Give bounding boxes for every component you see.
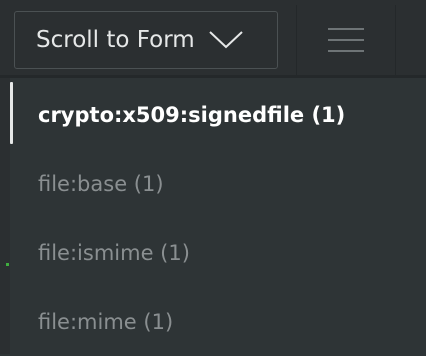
list-item-file-base[interactable]: file:base (1) [10,149,426,218]
chevron-down-icon [208,29,244,51]
list-item-file-mime[interactable]: file:mime (1) [10,287,426,356]
hamburger-menu-icon [326,25,366,55]
list-item-label: crypto:x509:signedfile (1) [38,102,346,127]
scroll-to-form-label: Scroll to Form [36,27,195,53]
list-item-crypto-x509-signedfile[interactable]: crypto:x509:signedfile (1) [10,80,426,149]
menu-button[interactable] [296,5,396,75]
list-item-label: file:mime (1) [38,309,174,334]
tag-list: crypto:x509:signedfile (1) file:base (1)… [0,78,426,354]
list-item-label: file:ismime (1) [38,240,190,265]
scroll-to-form-button[interactable]: Scroll to Form [14,11,278,69]
list-item-label: file:base (1) [38,171,164,196]
top-bar: Scroll to Form [0,0,426,78]
list-item-file-ismime[interactable]: file:ismime (1) [10,218,426,287]
